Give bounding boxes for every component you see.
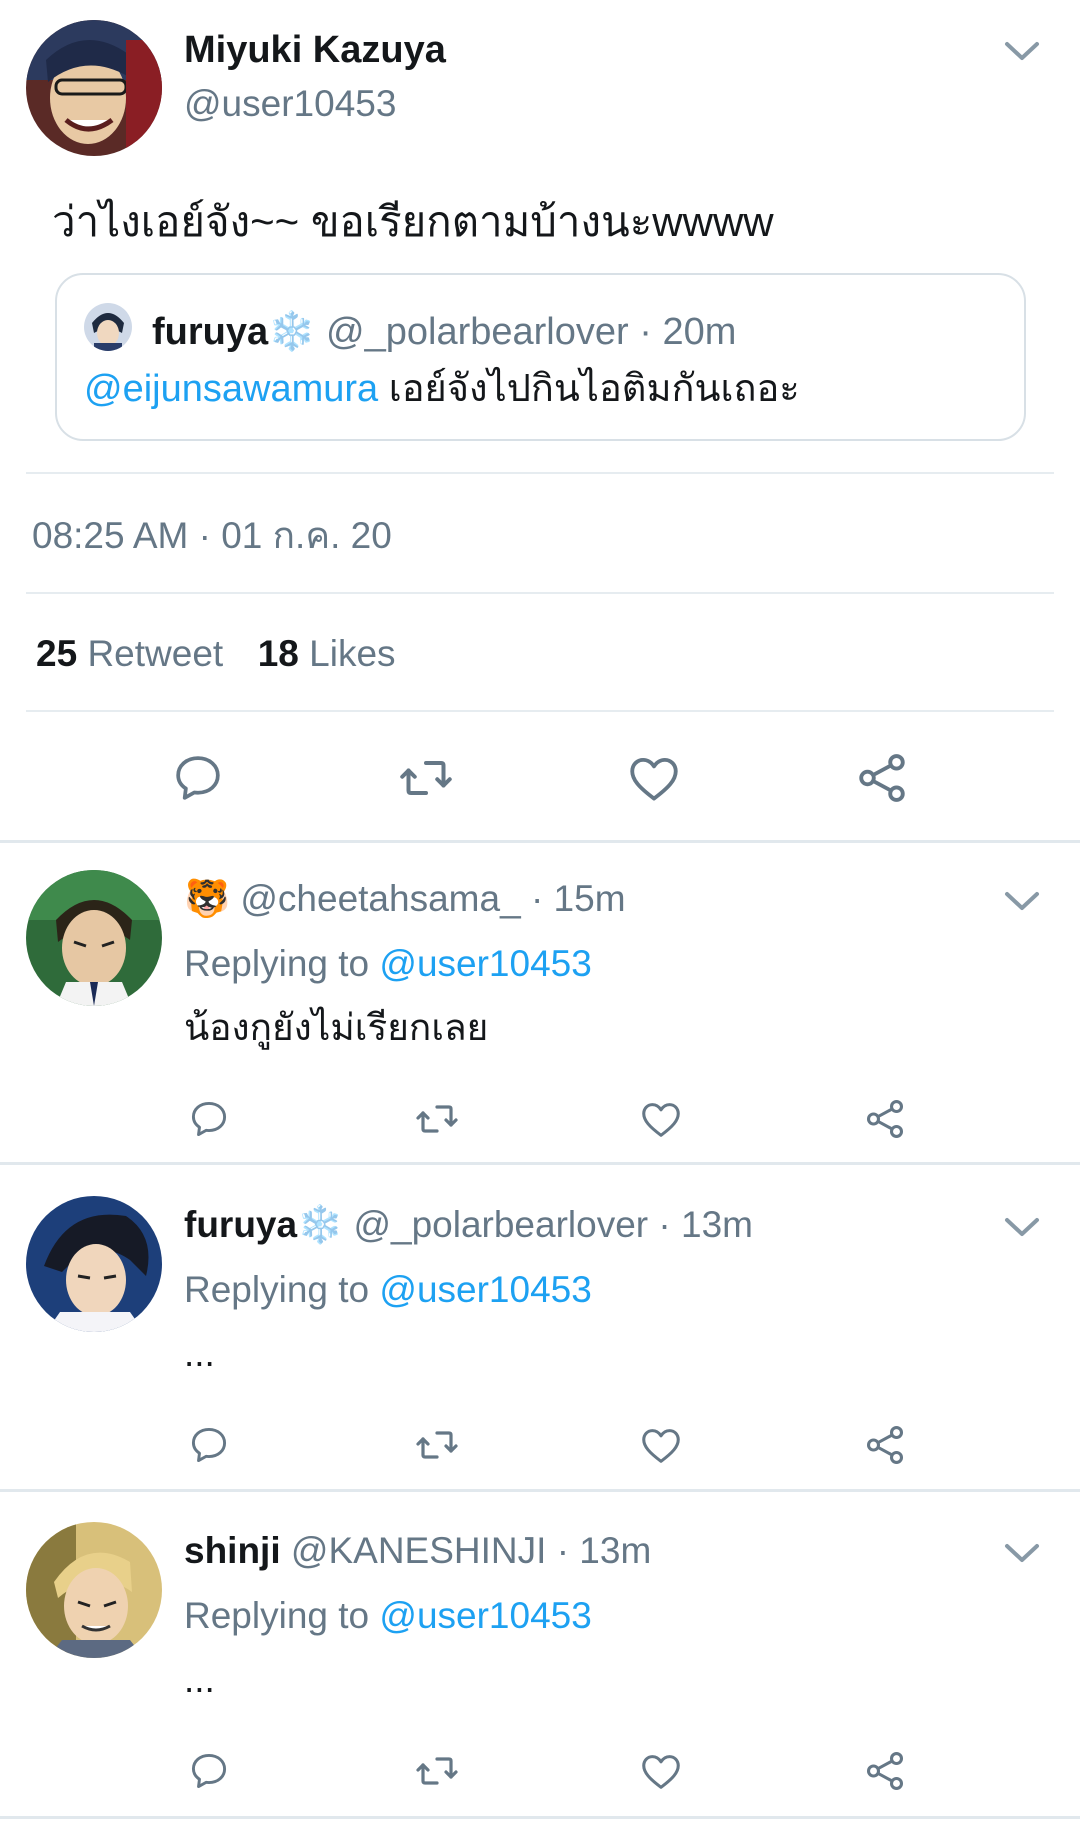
chevron-down-icon[interactable] [1002, 1538, 1042, 1568]
reply-avatar[interactable] [26, 870, 162, 1006]
snowflake-icon: ❄️ [268, 311, 316, 353]
section-divider [0, 840, 1080, 843]
share-icon[interactable] [860, 1094, 910, 1144]
reply-header: shinji @KANESHINJI · 13m [184, 1528, 651, 1574]
tweet-stats: 25 Retweet 18 Likes [36, 632, 396, 676]
like-count[interactable]: 18 [258, 633, 299, 674]
retweet-icon[interactable] [412, 1094, 462, 1144]
reply-handle[interactable]: @_polarbearlover [353, 1204, 648, 1245]
reply-icon[interactable] [184, 1094, 234, 1144]
divider [26, 710, 1054, 712]
reply-text: ... [184, 1659, 215, 1700]
reply-display-name[interactable]: shinji [184, 1530, 281, 1571]
retweet-count[interactable]: 25 [36, 633, 77, 674]
reply-time: · 15m [530, 878, 626, 919]
main-display-name[interactable]: Miyuki Kazuya [184, 28, 446, 72]
retweet-label[interactable]: Retweet [87, 633, 223, 674]
tiger-icon: 🐯 [184, 878, 231, 919]
section-divider [0, 1162, 1080, 1165]
share-icon[interactable] [850, 746, 914, 810]
like-icon[interactable] [622, 746, 686, 810]
section-divider [0, 1816, 1080, 1819]
reply-time: · 13m [658, 1204, 753, 1245]
replying-to-handle[interactable]: @user10453 [379, 943, 591, 984]
tweet-timestamp: 08:25 AM · 01 ก.ค. 20 [32, 515, 392, 556]
quoted-time: · 20m [639, 311, 737, 353]
reply-icon[interactable] [184, 1420, 234, 1470]
main-handle[interactable]: @user10453 [184, 82, 396, 126]
share-icon[interactable] [860, 1746, 910, 1796]
replying-to-label: Replying to [184, 1595, 370, 1636]
divider [26, 472, 1054, 474]
quoted-display-name[interactable]: furuya [152, 311, 268, 353]
quoted-text: @eijunsawamura เอย์จังไปกินไอติมกันเถอะ [84, 366, 800, 412]
replying-to-label: Replying to [184, 943, 370, 984]
reply-handle[interactable]: @KANESHINJI [291, 1530, 547, 1571]
quoted-body: เอย์จังไปกินไอติมกันเถอะ [388, 368, 800, 410]
quoted-mention[interactable]: @eijunsawamura [84, 368, 378, 410]
quoted-avatar[interactable] [84, 303, 132, 351]
reply-text: น้องกูยังไม่เรียกเลย [184, 1007, 489, 1048]
reply-display-name[interactable]: furuya [184, 1204, 297, 1245]
replying-to-label: Replying to [184, 1269, 370, 1310]
reply-avatar[interactable] [26, 1522, 162, 1658]
like-label[interactable]: Likes [309, 633, 395, 674]
chevron-down-icon[interactable] [1002, 1212, 1042, 1242]
reply-header: furuya❄️ @_polarbearlover · 13m [184, 1202, 753, 1248]
reply-icon[interactable] [166, 746, 230, 810]
replying-to: Replying to @user10453 [184, 941, 592, 987]
like-icon[interactable] [636, 1094, 686, 1144]
quoted-header: furuya❄️ @_polarbearlover · 20m [152, 309, 736, 355]
reply-avatar[interactable] [26, 1196, 162, 1332]
section-divider [0, 1489, 1080, 1492]
main-avatar[interactable] [26, 20, 162, 156]
retweet-icon[interactable] [412, 1746, 462, 1796]
main-tweet-text: ว่าไงเอย์จัง~~ ขอเรียกตามบ้างนะwwww [52, 198, 774, 245]
reply-icon[interactable] [184, 1746, 234, 1796]
replying-to-handle[interactable]: @user10453 [379, 1269, 591, 1310]
reply-time: · 13m [556, 1530, 652, 1571]
like-icon[interactable] [636, 1420, 686, 1470]
chevron-down-icon[interactable] [1002, 886, 1042, 916]
reply-text: ... [184, 1333, 215, 1374]
replying-to-handle[interactable]: @user10453 [379, 1595, 591, 1636]
like-icon[interactable] [636, 1746, 686, 1796]
quoted-tweet[interactable] [55, 273, 1026, 441]
retweet-icon[interactable] [394, 746, 458, 810]
replying-to: Replying to @user10453 [184, 1593, 592, 1639]
divider [26, 592, 1054, 594]
retweet-icon[interactable] [412, 1420, 462, 1470]
quoted-handle[interactable]: @_polarbearlover [326, 311, 629, 353]
reply-handle[interactable]: @cheetahsama_ [240, 878, 520, 919]
reply-header: 🐯 @cheetahsama_ · 15m [184, 876, 626, 922]
chevron-down-icon[interactable] [1002, 36, 1042, 66]
share-icon[interactable] [860, 1420, 910, 1470]
snowflake-icon: ❄️ [297, 1204, 344, 1245]
replying-to: Replying to @user10453 [184, 1267, 592, 1313]
